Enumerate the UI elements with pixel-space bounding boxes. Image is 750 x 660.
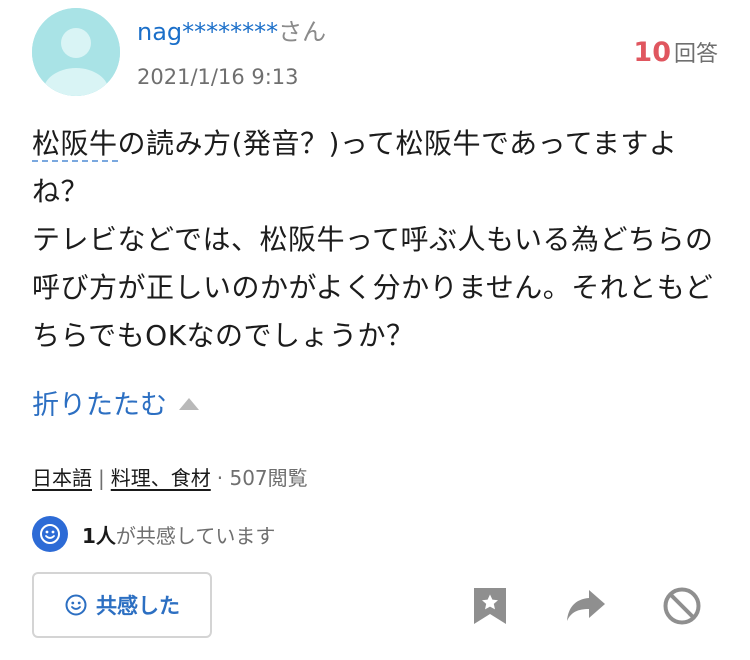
view-count: · 507閲覧	[216, 466, 308, 490]
category-link-cooking[interactable]: 料理、食材	[111, 466, 211, 490]
empathy-text: が共感しています	[115, 523, 276, 548]
share-button[interactable]	[562, 582, 610, 630]
user-name: nag********さん	[137, 16, 326, 48]
smile-icon	[32, 516, 68, 552]
bookmark-button[interactable]	[466, 582, 514, 630]
answer-count-label: 回答	[673, 42, 718, 67]
empathy-summary: 1人 が共感しています	[32, 516, 275, 552]
answer-count[interactable]: 10 回答	[633, 36, 718, 73]
user-avatar-icon	[32, 8, 120, 96]
triangle-up-icon	[179, 397, 199, 410]
user-honorific: さん	[278, 18, 327, 46]
block-button[interactable]	[658, 582, 706, 630]
category-divider: |	[98, 466, 105, 490]
question-meta: 日本語 | 料理、食材 · 507閲覧	[32, 462, 308, 494]
collapse-label: 折りたたむ	[32, 390, 167, 421]
empathy-count: 1人	[82, 523, 116, 548]
question-line-1-text: の読み方(発音？)って松阪牛であってますよね？	[32, 127, 678, 208]
answer-count-number: 10	[633, 37, 671, 68]
smile-outline-icon	[65, 594, 87, 616]
empathy-button-label: 共感した	[96, 594, 180, 618]
question-line-1: 松阪牛の読み方(発音？)って松阪牛であってますよね？	[32, 120, 722, 216]
post-date: 2021/1/16 9:13	[137, 65, 299, 89]
user-avatar[interactable]	[32, 8, 120, 96]
bookmark-star-icon	[474, 588, 506, 624]
question-line-2: テレビなどでは、松阪牛って呼ぶ人もいる為どちらの呼び方が正しいのかがよく分かりま…	[32, 223, 714, 352]
empathy-button[interactable]: 共感した	[32, 572, 212, 638]
keyword-link[interactable]: 松阪牛	[32, 127, 118, 162]
collapse-toggle[interactable]: 折りたたむ	[32, 386, 199, 426]
question-body: 松阪牛の読み方(発音？)って松阪牛であってますよね？ テレビなどでは、松阪牛って…	[32, 120, 722, 360]
category-link-japanese[interactable]: 日本語	[32, 466, 92, 490]
user-nickname[interactable]: nag********	[137, 18, 278, 46]
prohibit-icon	[663, 587, 701, 625]
share-arrow-icon	[567, 590, 605, 621]
